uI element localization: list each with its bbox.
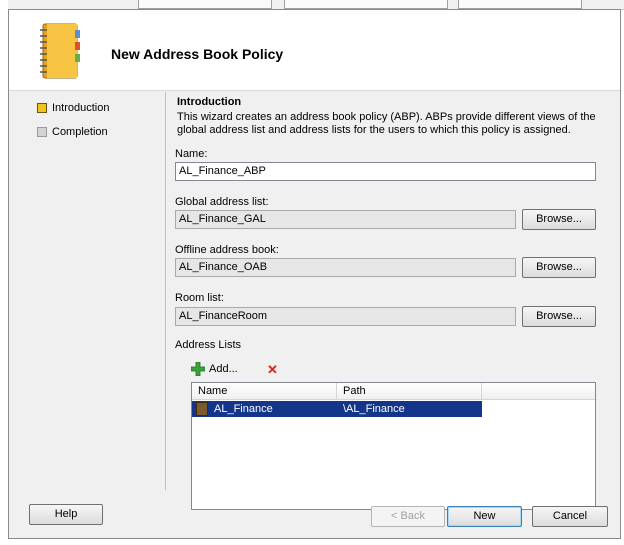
inactive-step-icon (37, 127, 47, 138)
table-header: Name Path (192, 383, 595, 400)
address-list-icon (196, 402, 208, 416)
global-address-list-label: Global address list: (175, 196, 269, 208)
add-button[interactable]: Add... (209, 363, 238, 375)
global-address-list-field: AL_Finance_GAL (175, 210, 516, 229)
address-lists-label: Address Lists (175, 339, 242, 351)
help-button[interactable]: Help (29, 504, 103, 525)
wizard-header: New Address Book Policy (9, 10, 620, 91)
divider (165, 92, 166, 490)
row-path: \AL_Finance (343, 403, 405, 415)
new-address-book-policy-dialog: New Address Book Policy Introduction Com… (8, 9, 621, 539)
background-tab (138, 0, 272, 9)
column-header-path[interactable]: Path (337, 383, 482, 399)
background-tab (284, 0, 448, 9)
new-button[interactable]: New (447, 506, 522, 527)
table-row[interactable]: AL_Finance \AL_Finance (192, 401, 482, 417)
address-book-icon (40, 23, 80, 79)
offline-address-book-field: AL_Finance_OAB (175, 258, 516, 277)
back-button[interactable]: < Back (371, 506, 445, 527)
step-completion[interactable]: Completion (37, 125, 108, 139)
step-label: Introduction (52, 102, 110, 114)
room-list-label: Room list: (175, 292, 224, 304)
browse-gal-button[interactable]: Browse... (522, 209, 596, 230)
column-header-name[interactable]: Name (192, 383, 337, 399)
page-heading: Introduction (177, 96, 242, 108)
browse-oab-button[interactable]: Browse... (522, 257, 596, 278)
step-label: Completion (52, 126, 108, 138)
active-step-icon (37, 103, 47, 114)
add-icon[interactable] (191, 362, 205, 376)
red-x-icon[interactable]: ✕ (267, 363, 278, 376)
name-field[interactable]: AL_Finance_ABP (175, 162, 596, 181)
background-window-left-edge (0, 0, 8, 545)
dialog-title: New Address Book Policy (111, 46, 284, 62)
name-label: Name: (175, 148, 208, 160)
room-list-field: AL_FinanceRoom (175, 307, 516, 326)
step-introduction[interactable]: Introduction (37, 101, 109, 115)
cancel-button[interactable]: Cancel (532, 506, 608, 527)
address-lists-table[interactable]: Name Path AL_Finance \AL_Finance (191, 382, 596, 510)
page-description: This wizard creates an address book poli… (177, 111, 596, 136)
offline-address-book-label: Offline address book: (175, 244, 279, 256)
browse-room-list-button[interactable]: Browse... (522, 306, 596, 327)
row-name: AL_Finance (214, 403, 273, 415)
background-tab (458, 0, 582, 9)
